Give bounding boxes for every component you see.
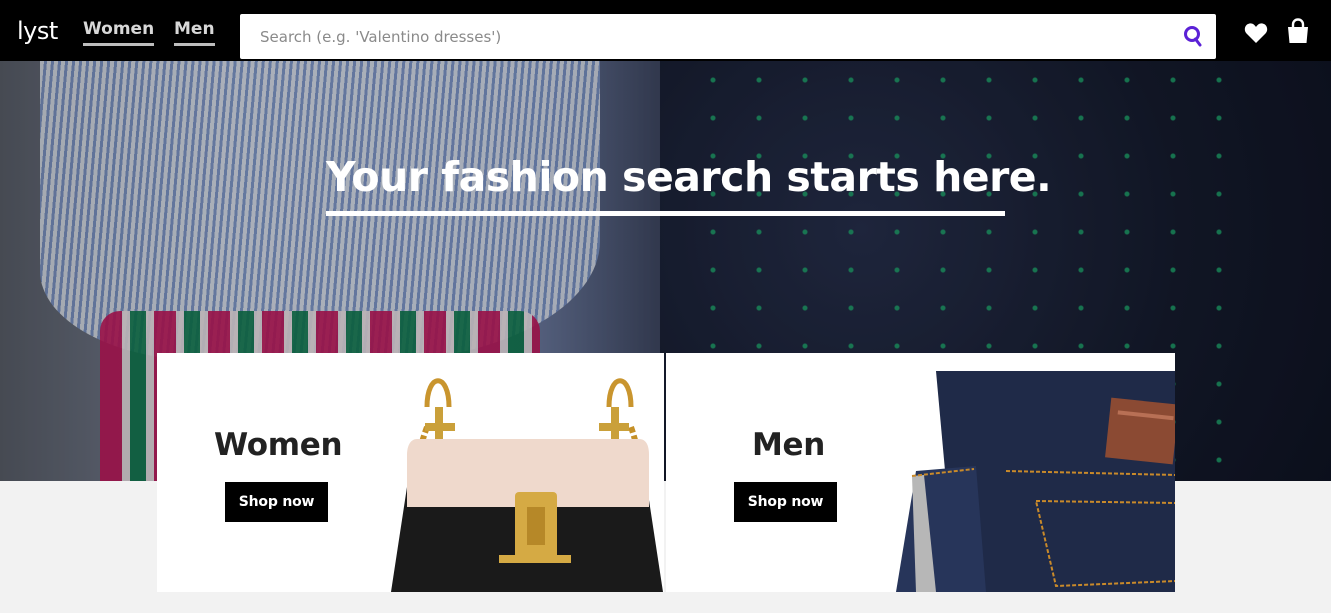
shop-now-women-button[interactable]: Shop now <box>225 482 328 522</box>
category-title-women: Women <box>214 427 343 463</box>
jeans-image[interactable] <box>876 371 1175 592</box>
search-input[interactable] <box>240 14 1170 59</box>
shop-now-men-button[interactable]: Shop now <box>734 482 837 522</box>
category-card-men[interactable]: Men Shop now <box>666 353 1175 592</box>
nav-link-women[interactable]: Women <box>83 21 155 46</box>
search-bar <box>240 14 1216 59</box>
nav-link-men[interactable]: Men <box>174 21 215 46</box>
shopping-bag-icon[interactable] <box>1286 18 1310 44</box>
hero-title-underline <box>326 211 1005 216</box>
lyst-logo[interactable]: lyst <box>17 17 58 45</box>
handbag-image[interactable] <box>387 367 664 592</box>
top-navigation-bar: lyst Women Men <box>0 0 1331 61</box>
search-icon[interactable] <box>1182 25 1204 49</box>
category-card-women[interactable]: Women Shop now <box>157 353 664 592</box>
heart-icon[interactable] <box>1244 22 1268 44</box>
hero-title: Your fashion search starts here. <box>326 153 1052 201</box>
category-title-men: Men <box>752 427 826 463</box>
